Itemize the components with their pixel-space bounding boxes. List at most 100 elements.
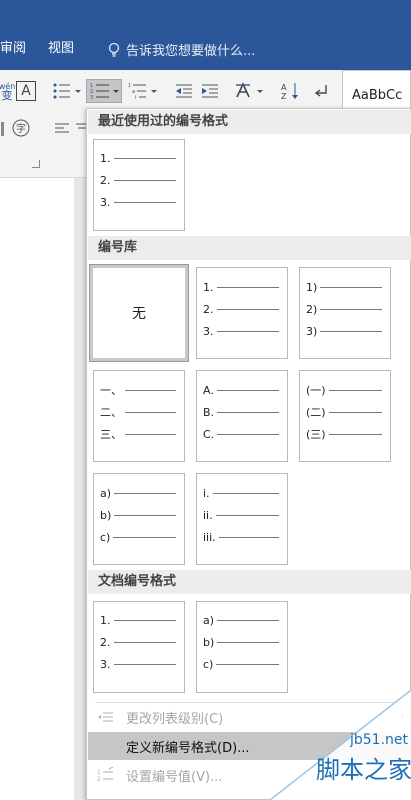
tile-row-line — [217, 619, 279, 621]
decrease-indent-button[interactable] — [172, 80, 196, 102]
tile-row-line — [320, 308, 382, 310]
library-format-decimal-paren[interactable]: 1) 2) 3) — [299, 267, 391, 359]
tile-row-label: 3. — [203, 324, 214, 338]
character-border-label: A — [21, 83, 31, 99]
tile-row-label: 2. — [100, 173, 111, 187]
style-preview-text: AaBbCc — [352, 88, 403, 103]
document-format-lower-alpha[interactable]: a) b) c) — [196, 601, 288, 693]
phonetic-bottom: 变 — [1, 89, 13, 102]
tile-row-label: 一、 — [100, 384, 122, 397]
bullets-button[interactable] — [50, 80, 84, 102]
tile-row-line — [216, 663, 279, 665]
document-formats-header: 文档编号格式 — [88, 570, 411, 594]
tile-row: 一、 — [100, 383, 176, 397]
svg-text:字: 字 — [16, 122, 26, 135]
tile-row-line — [125, 389, 176, 391]
paragraph-mark-icon — [314, 85, 327, 97]
tile-row-label: 3) — [306, 324, 318, 338]
align-indicator — [0, 118, 8, 140]
recent-format-decimal[interactable]: 1. 2. 3. — [93, 139, 185, 231]
svg-text:2: 2 — [97, 776, 101, 783]
tile-row: 1. — [100, 613, 176, 627]
watermark-site: jb51.net — [350, 732, 409, 748]
change-list-level-label: 更改列表级别(C) — [126, 711, 224, 727]
tile-row-line — [215, 514, 279, 516]
tile-row-line — [328, 389, 382, 391]
tile-row-label: 1) — [306, 280, 318, 294]
tile-row-label: c) — [100, 530, 111, 544]
tile-row: 3) — [306, 324, 382, 338]
set-value-icon: 12 — [88, 761, 124, 789]
library-format-none[interactable]: 无 — [89, 264, 189, 362]
tile-row-label: 3. — [100, 195, 111, 209]
library-format-chinese[interactable]: 一、 二、 三、 — [93, 370, 185, 462]
enclosed-character-icon: 字 — [12, 119, 30, 137]
enclose-characters-button[interactable]: 字 — [10, 117, 32, 139]
tile-row: b) — [100, 508, 176, 522]
tile-row-label: A. — [203, 383, 214, 397]
tab-review[interactable]: 审阅 — [0, 40, 26, 58]
tile-row-line — [114, 514, 176, 516]
tile-row-line — [217, 411, 279, 413]
increase-indent-button[interactable] — [198, 80, 222, 102]
show-marks-button[interactable] — [310, 80, 334, 102]
tile-row-label: (三) — [306, 428, 326, 441]
tile-row-label: 2. — [100, 635, 111, 649]
character-border-button[interactable]: A — [16, 81, 36, 101]
tile-row: 2. — [100, 635, 176, 649]
tile-row-line — [217, 641, 279, 643]
set-numbering-value-label: 设置编号值(V)... — [126, 769, 223, 785]
tile-row-line — [113, 179, 176, 181]
tile-row-label: 2. — [203, 302, 214, 316]
svg-text:1: 1 — [97, 769, 101, 776]
svg-text:1: 1 — [128, 83, 131, 89]
multilevel-list-icon: 1 a i — [128, 83, 157, 101]
tab-view[interactable]: 视图 — [48, 40, 74, 58]
tile-row-label: 三、 — [100, 428, 122, 441]
tile-row: c) — [100, 530, 176, 544]
numbering-button[interactable]: 1 2 3 — [86, 79, 122, 103]
tile-row: i. — [203, 486, 279, 500]
align-left-button[interactable] — [52, 118, 72, 140]
tile-row-label: b) — [100, 508, 112, 522]
tile-row: 1) — [306, 280, 382, 294]
phonetic-guide-button[interactable]: wén 变 — [0, 80, 15, 102]
tile-row: 3. — [203, 324, 279, 338]
bullets-icon — [53, 83, 81, 99]
tile-row-line — [113, 201, 176, 203]
tile-row-label: 1. — [100, 613, 111, 627]
library-format-chinese-paren[interactable]: (一) (二) (三) — [299, 370, 391, 462]
tile-row-line — [328, 411, 382, 413]
tile-row-line — [328, 433, 382, 435]
tile-row-line — [113, 641, 176, 643]
tile-row: (一) — [306, 383, 382, 397]
document-page[interactable] — [0, 178, 74, 800]
tile-row: 1. — [203, 280, 279, 294]
library-format-upper-alpha[interactable]: A. B. C. — [196, 370, 288, 462]
multilevel-list-button[interactable]: 1 a i — [126, 80, 160, 102]
watermark-name: 脚本之家 — [316, 756, 411, 784]
library-format-lower-alpha[interactable]: a) b) c) — [93, 473, 185, 565]
tile-row-line — [216, 286, 279, 288]
document-format-decimal[interactable]: 1. 2. 3. — [93, 601, 185, 693]
none-label: 无 — [132, 306, 146, 322]
tile-row-label: 3. — [100, 657, 111, 671]
asian-layout-button[interactable] — [232, 80, 266, 102]
tile-row-label: C. — [203, 427, 215, 441]
tell-me-text: 告诉我您想要做什么... — [126, 44, 256, 59]
tile-row-line — [216, 330, 279, 332]
tile-row-line — [216, 389, 279, 391]
library-format-decimal[interactable]: 1. 2. 3. — [196, 267, 288, 359]
tile-row-label: ii. — [203, 508, 213, 522]
tile-row-label: a) — [203, 613, 215, 627]
tile-row-label: c) — [203, 657, 214, 671]
sort-button[interactable]: A Z — [278, 80, 302, 102]
tile-row-label: (二) — [306, 406, 326, 419]
bar-icon — [1, 122, 4, 136]
library-format-lower-roman[interactable]: i. ii. iii. — [196, 473, 288, 565]
define-format-icon — [88, 732, 124, 760]
tile-row: 2) — [306, 302, 382, 316]
tile-row-line — [320, 286, 382, 288]
tell-me-box[interactable]: 告诉我您想要做什么... — [106, 40, 255, 59]
paragraph-dialog-launcher[interactable] — [32, 160, 40, 168]
